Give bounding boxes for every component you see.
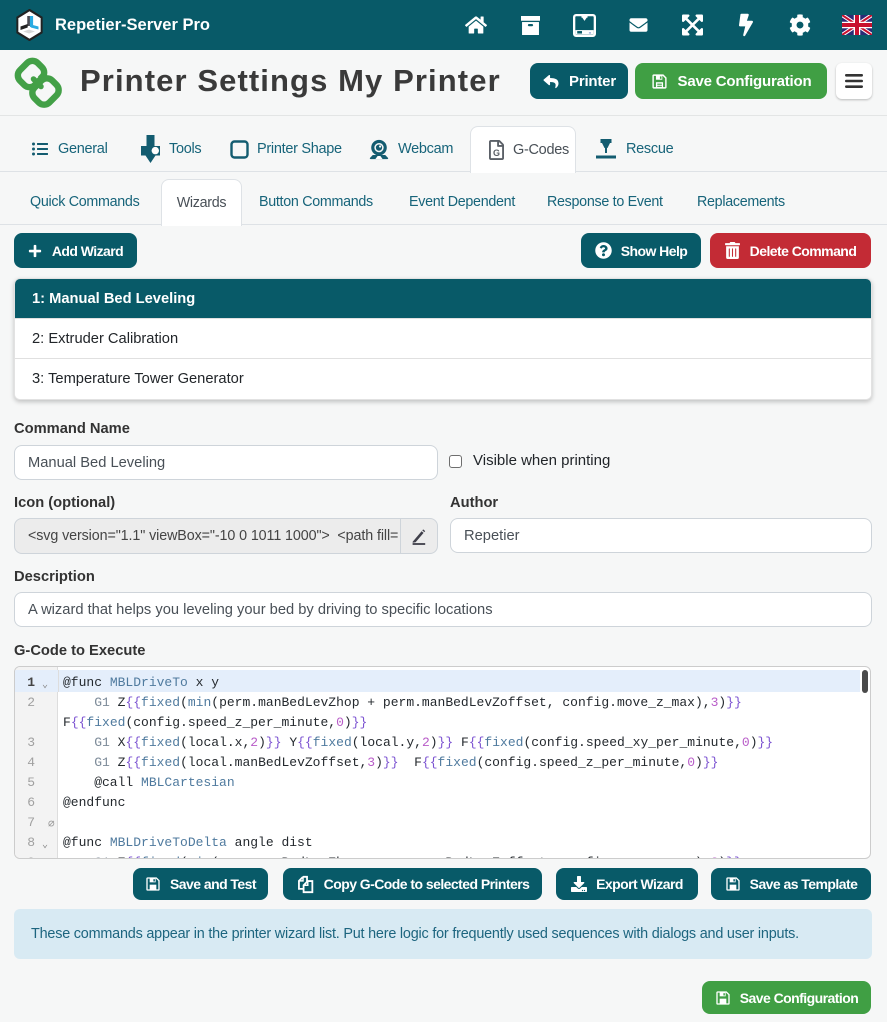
svg-text:G: G xyxy=(493,148,500,158)
